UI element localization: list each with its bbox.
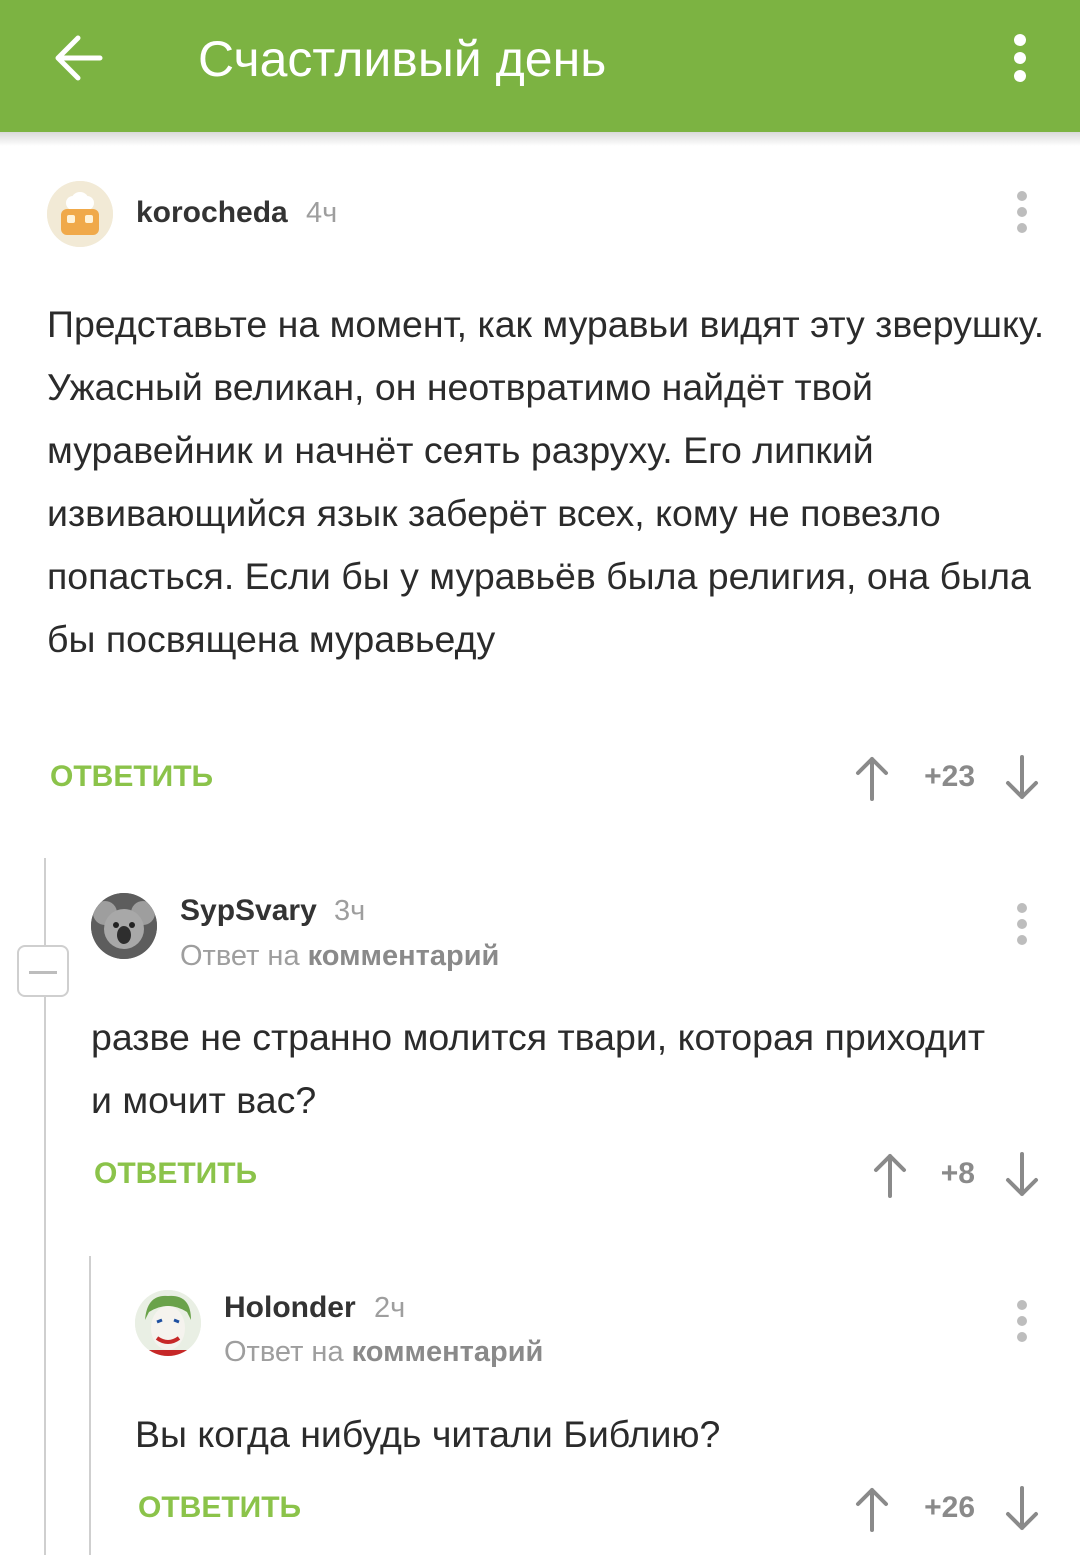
comment-time: 3ч — [334, 895, 366, 927]
comment-menu-button[interactable] — [1010, 1299, 1034, 1343]
downvote-button[interactable] — [1005, 755, 1039, 801]
reply-button[interactable]: ОТВЕТИТЬ — [94, 1154, 257, 1194]
arrow-up-icon — [856, 757, 888, 801]
back-button[interactable] — [50, 28, 110, 88]
upvote-button[interactable] — [855, 1486, 889, 1532]
comment-text: Представьте на момент, как муравьи видят… — [47, 303, 1045, 660]
vertical-dots-icon — [1014, 34, 1026, 82]
arrow-down-icon — [1006, 1486, 1038, 1530]
reply-button[interactable]: ОТВЕТИТЬ — [50, 757, 213, 797]
vertical-dots-icon — [1017, 903, 1027, 945]
comment-rating: +26 — [924, 1491, 975, 1524]
comment-time: 2ч — [374, 1292, 406, 1324]
comment-author[interactable]: Holonder — [224, 1288, 356, 1328]
reply-to-prefix: Ответ на — [180, 940, 300, 972]
comment-rating: +23 — [924, 760, 975, 793]
comment-menu-button[interactable] — [1010, 190, 1034, 234]
downvote-button[interactable] — [1005, 1152, 1039, 1198]
collapse-thread-button[interactable] — [17, 945, 69, 997]
minus-icon — [29, 971, 57, 974]
comment-text: разве не странно молится твари, которая … — [91, 1016, 985, 1121]
comment-author[interactable]: korocheda — [136, 193, 288, 233]
reply-to-link[interactable]: комментарий — [308, 940, 500, 972]
comment-author[interactable]: SypSvary — [180, 891, 317, 931]
arrow-down-icon — [1006, 1152, 1038, 1196]
vertical-dots-icon — [1017, 191, 1027, 233]
overflow-menu-button[interactable] — [1005, 28, 1035, 88]
avatar[interactable] — [47, 181, 113, 247]
arrow-left-icon — [55, 35, 103, 81]
app-bar: Счастливый день — [0, 0, 1080, 132]
koala-icon — [91, 893, 157, 959]
reply-to-label: Ответ на комментарий — [224, 1332, 543, 1372]
comment-time: 4ч — [306, 197, 338, 229]
arrow-up-icon — [874, 1154, 906, 1198]
upvote-button[interactable] — [855, 755, 889, 801]
reply-to-label: Ответ на комментарий — [180, 936, 499, 976]
comment-text: Вы когда нибудь читали Библию? — [135, 1413, 721, 1455]
page-title: Счастливый день — [198, 31, 607, 87]
avatar[interactable] — [91, 893, 157, 959]
app-bar-shadow — [0, 132, 1080, 146]
arrow-down-icon — [1006, 755, 1038, 799]
vertical-dots-icon — [1017, 1300, 1027, 1342]
thread-line — [89, 1256, 91, 1555]
arrow-up-icon — [856, 1488, 888, 1532]
reply-to-link[interactable]: комментарий — [352, 1336, 544, 1368]
comment-rating: +8 — [940, 1157, 975, 1190]
comment-menu-button[interactable] — [1010, 902, 1034, 946]
joker-face-icon — [135, 1290, 201, 1356]
reply-button[interactable]: ОТВЕТИТЬ — [138, 1488, 301, 1528]
downvote-button[interactable] — [1005, 1486, 1039, 1532]
chef-hat-icon — [47, 181, 113, 247]
upvote-button[interactable] — [873, 1152, 907, 1198]
reply-to-prefix: Ответ на — [224, 1336, 344, 1368]
avatar[interactable] — [135, 1290, 201, 1356]
